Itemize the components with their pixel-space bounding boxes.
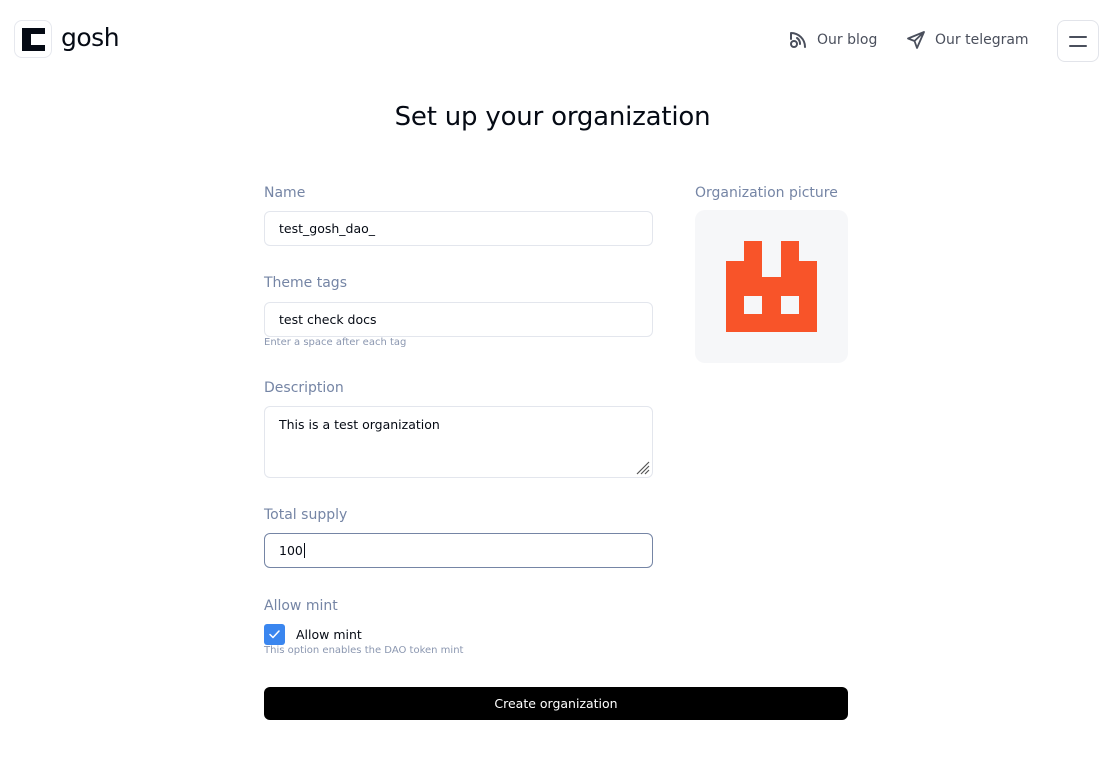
logo-text: gosh: [61, 22, 120, 52]
description-textarea[interactable]: This is a test organization: [264, 406, 653, 478]
mint-section-label: Allow mint: [264, 598, 338, 614]
nav-telegram-label: Our telegram: [935, 32, 1029, 48]
page-title: Set up your organization: [394, 102, 711, 132]
send-icon: [907, 31, 925, 49]
description-value: This is a test organization: [279, 417, 440, 432]
nav-blog-label: Our blog: [817, 32, 878, 48]
mint-hint: This option enables the DAO token mint: [264, 645, 464, 656]
organization-picture[interactable]: [695, 210, 848, 363]
resize-handle-icon[interactable]: [634, 459, 650, 475]
nav-blog-link[interactable]: Our blog: [788, 30, 877, 50]
tags-value: test check docs: [279, 312, 377, 327]
text-caret: [303, 543, 305, 558]
gosh-logo-icon: [14, 20, 52, 58]
create-organization-button[interactable]: Create organization: [264, 687, 848, 720]
allow-mint-label[interactable]: Allow mint: [296, 627, 362, 642]
name-label: Name: [264, 185, 306, 201]
tags-hint: Enter a space after each tag: [264, 337, 407, 348]
tags-input[interactable]: test check docs: [264, 302, 653, 337]
name-input[interactable]: test_gosh_dao_: [264, 211, 653, 246]
logo[interactable]: gosh: [14, 20, 120, 58]
menu-button[interactable]: [1057, 20, 1099, 62]
name-value: test_gosh_dao_: [279, 221, 376, 236]
supply-input[interactable]: 100: [264, 533, 653, 568]
tags-label: Theme tags: [264, 275, 347, 291]
hamburger-icon: [1069, 35, 1087, 38]
organization-avatar-icon: [726, 241, 817, 332]
nav-telegram-link[interactable]: Our telegram: [906, 30, 1029, 50]
rss-icon: [790, 32, 806, 48]
supply-label: Total supply: [264, 507, 348, 523]
allow-mint-checkbox[interactable]: [264, 624, 285, 645]
description-label: Description: [264, 380, 344, 396]
picture-label: Organization picture: [695, 185, 838, 201]
supply-value: 100: [279, 543, 303, 558]
check-icon: [269, 630, 280, 639]
